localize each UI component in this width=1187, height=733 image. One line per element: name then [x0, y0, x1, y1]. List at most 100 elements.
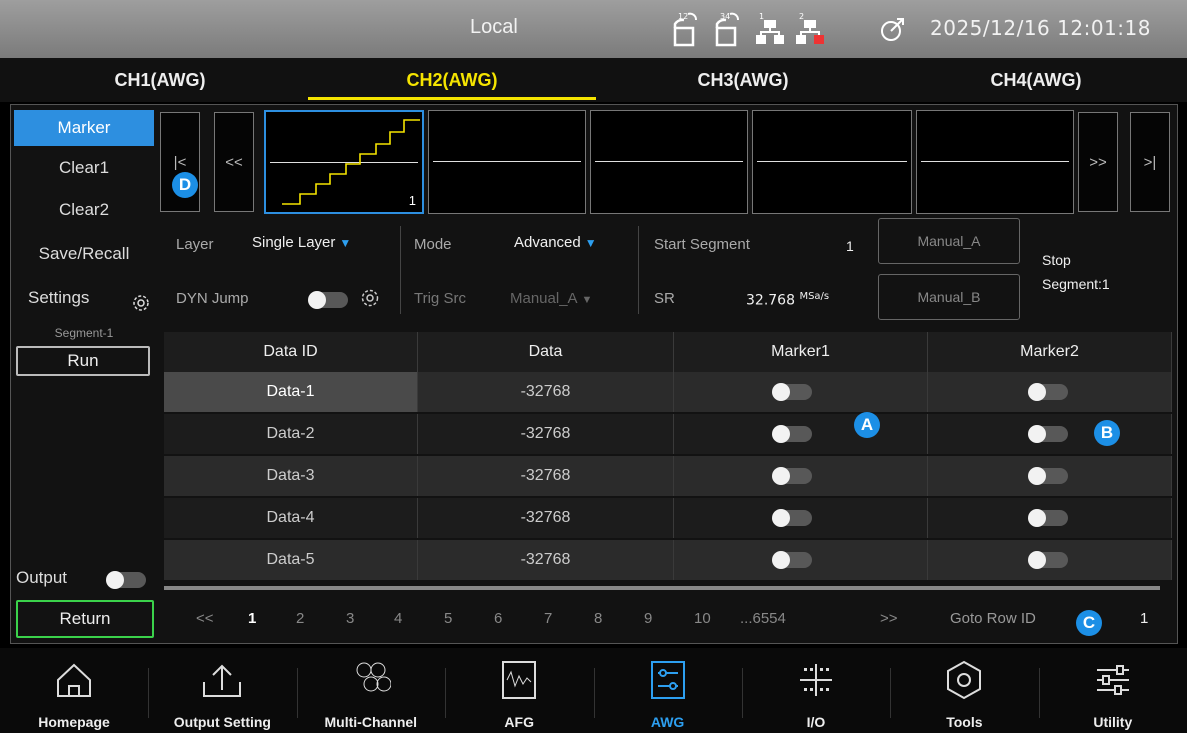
- table-row[interactable]: Data-2 -32768: [164, 414, 1172, 454]
- svg-text:1: 1: [759, 12, 764, 21]
- manual-a-button[interactable]: Manual_A: [878, 218, 1020, 264]
- menu-settings[interactable]: Settings: [14, 280, 154, 316]
- page-link[interactable]: 4: [394, 610, 402, 627]
- sr-unit: MSa/s: [799, 291, 830, 302]
- chevron-down-icon: ▼: [584, 236, 597, 250]
- multi-channel-icon: [351, 660, 392, 700]
- last-segment-button[interactable]: >|: [1130, 112, 1170, 212]
- marker2-toggle[interactable]: [1028, 551, 1068, 569]
- pager-next-button[interactable]: >>: [880, 610, 898, 627]
- network-1-icon[interactable]: 1: [754, 10, 788, 48]
- segment-thumbnail-5[interactable]: [916, 110, 1074, 214]
- usb-34-icon[interactable]: 34: [712, 10, 746, 48]
- page-link[interactable]: 5: [444, 610, 452, 627]
- cell-marker2: [928, 414, 1172, 454]
- cell-data-value[interactable]: -32768: [418, 456, 674, 496]
- dock-item-awg[interactable]: AWG: [594, 648, 742, 733]
- utility-icon: [1093, 660, 1133, 700]
- gps-icon[interactable]: [876, 10, 910, 48]
- segment-thumbnail-3[interactable]: [590, 110, 748, 214]
- page-link[interactable]: ...6554: [740, 610, 786, 627]
- table-row[interactable]: Data-4 -32768: [164, 498, 1172, 538]
- cell-marker2: [928, 372, 1172, 412]
- sr-value[interactable]: 32.768 MSa/s: [746, 291, 829, 309]
- dock-divider: [1038, 668, 1040, 718]
- tab-ch1[interactable]: CH1(AWG): [60, 70, 260, 91]
- dock-item-output-setting[interactable]: Output Setting: [148, 648, 296, 733]
- start-segment-value[interactable]: 1: [846, 238, 854, 254]
- horizontal-scrollbar[interactable]: [164, 586, 1160, 590]
- menu-save-recall[interactable]: Save/Recall: [14, 236, 154, 272]
- run-button[interactable]: Run: [16, 346, 150, 376]
- segment-thumbnail-2[interactable]: [428, 110, 586, 214]
- menu-marker[interactable]: Marker: [14, 110, 154, 146]
- segment-thumbnail-1[interactable]: 1: [264, 110, 424, 214]
- cell-data-value[interactable]: -32768: [418, 372, 674, 412]
- marker1-toggle[interactable]: [772, 425, 812, 443]
- menu-clear1[interactable]: Clear1: [14, 150, 154, 186]
- menu-settings-label: Settings: [28, 288, 90, 307]
- dyn-jump-toggle[interactable]: [308, 291, 348, 309]
- marker2-toggle[interactable]: [1028, 383, 1068, 401]
- dock-item-afg[interactable]: AFG: [445, 648, 593, 733]
- dock-item-tools[interactable]: Tools: [890, 648, 1038, 733]
- dock-item-multi-channel[interactable]: Multi-Channel: [297, 648, 445, 733]
- dock-item-homepage[interactable]: Homepage: [0, 648, 148, 733]
- marker1-toggle[interactable]: [772, 467, 812, 485]
- marker1-toggle[interactable]: [772, 551, 812, 569]
- page-link[interactable]: 10: [694, 610, 711, 627]
- manual-b-button[interactable]: Manual_B: [878, 274, 1020, 320]
- marker1-toggle[interactable]: [772, 509, 812, 527]
- col-header-marker2: Marker2: [928, 332, 1172, 372]
- next-segment-button[interactable]: >>: [1078, 112, 1118, 212]
- marker2-toggle[interactable]: [1028, 509, 1068, 527]
- cell-data-id[interactable]: Data-3: [164, 456, 418, 496]
- segment-thumbnail-4[interactable]: [752, 110, 912, 214]
- cell-data-id[interactable]: Data-2: [164, 414, 418, 454]
- return-button[interactable]: Return: [16, 600, 154, 638]
- mode-value: Advanced: [514, 234, 581, 251]
- trig-src-dropdown[interactable]: Manual_A ▼: [510, 290, 592, 307]
- cell-data-value[interactable]: -32768: [418, 498, 674, 538]
- afg-icon: [499, 660, 539, 700]
- table-row[interactable]: Data-1 -32768: [164, 372, 1172, 412]
- dyn-jump-label: DYN Jump: [176, 290, 249, 307]
- dock-label: Output Setting: [173, 714, 271, 730]
- marker2-toggle[interactable]: [1028, 425, 1068, 443]
- output-toggle[interactable]: [106, 571, 146, 589]
- mode-dropdown[interactable]: Advanced ▼: [514, 234, 597, 251]
- cell-data-value[interactable]: -32768: [418, 540, 674, 580]
- cell-marker2: [928, 498, 1172, 538]
- marker2-toggle[interactable]: [1028, 467, 1068, 485]
- usb-12-icon[interactable]: 12: [670, 10, 704, 48]
- table-row[interactable]: Data-5 -32768: [164, 540, 1172, 580]
- cell-data-id[interactable]: Data-4: [164, 498, 418, 538]
- cell-data-id[interactable]: Data-1: [164, 372, 418, 412]
- dyn-jump-gear-icon[interactable]: [360, 288, 380, 313]
- layer-dropdown[interactable]: Single Layer ▼: [252, 234, 351, 251]
- page-link[interactable]: 1: [248, 610, 256, 627]
- pager-prev-button[interactable]: <<: [196, 610, 214, 627]
- staircase-waveform: [282, 119, 420, 205]
- page-link[interactable]: 8: [594, 610, 602, 627]
- sr-number: 32.768: [746, 292, 795, 309]
- page-link[interactable]: 3: [346, 610, 354, 627]
- page-link[interactable]: 2: [296, 610, 304, 627]
- prev-segment-button[interactable]: <<: [214, 112, 254, 212]
- menu-clear2[interactable]: Clear2: [14, 192, 154, 228]
- goto-row-input[interactable]: 1: [1140, 610, 1148, 627]
- table-row[interactable]: Data-3 -32768: [164, 456, 1172, 496]
- page-link[interactable]: 6: [494, 610, 502, 627]
- layer-value: Single Layer: [252, 234, 336, 251]
- page-link[interactable]: 7: [544, 610, 552, 627]
- dock-item-i-o[interactable]: I/O: [742, 648, 890, 733]
- network-2-disconnected-icon[interactable]: 2: [794, 10, 828, 48]
- page-link[interactable]: 9: [644, 610, 652, 627]
- cell-data-value[interactable]: -32768: [418, 414, 674, 454]
- tab-ch4[interactable]: CH4(AWG): [936, 70, 1136, 91]
- tab-ch2[interactable]: CH2(AWG): [352, 70, 552, 91]
- marker1-toggle[interactable]: [772, 383, 812, 401]
- dock-item-utility[interactable]: Utility: [1039, 648, 1187, 733]
- cell-data-id[interactable]: Data-5: [164, 540, 418, 580]
- tab-ch3[interactable]: CH3(AWG): [643, 70, 843, 91]
